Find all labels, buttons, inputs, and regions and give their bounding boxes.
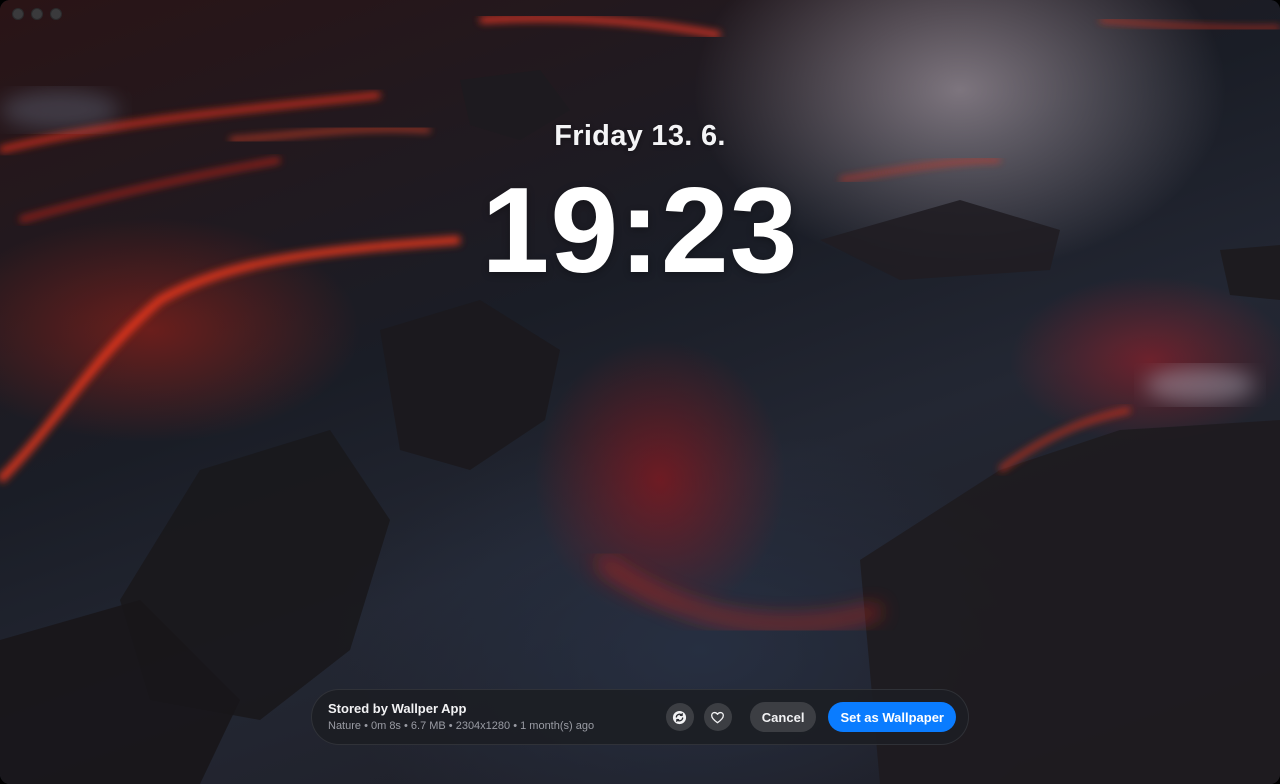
wallpaper-metadata: Nature • 0m 8s • 6.7 MB • 2304x1280 • 1 … (328, 719, 595, 732)
favorite-button[interactable] (703, 703, 732, 731)
wallpaper-info-bar: Stored by Wallper App Nature • 0m 8s • 6… (311, 689, 969, 745)
cancel-button[interactable]: Cancel (749, 702, 817, 732)
wallpaper-image (0, 0, 1280, 784)
heart-icon (711, 711, 725, 723)
arrow-cycle-icon (673, 710, 687, 724)
lock-screen-time: 19:23 (481, 162, 799, 298)
lock-screen-date: Friday 13. 6. (554, 120, 726, 152)
zoom-button[interactable] (50, 8, 62, 20)
wallpaper-details: Stored by Wallper App Nature • 0m 8s • 6… (328, 701, 656, 734)
set-as-wallpaper-button[interactable]: Set as Wallpaper (828, 702, 956, 732)
minimize-button[interactable] (31, 8, 43, 20)
wallpaper-preview-window: Friday 13. 6. 19:23 Stored by Wallper Ap… (0, 0, 1280, 784)
close-button[interactable] (12, 8, 24, 20)
refresh-button[interactable] (665, 703, 694, 731)
wallpaper-source-title: Stored by Wallper App (328, 700, 467, 716)
window-controls (12, 8, 62, 20)
